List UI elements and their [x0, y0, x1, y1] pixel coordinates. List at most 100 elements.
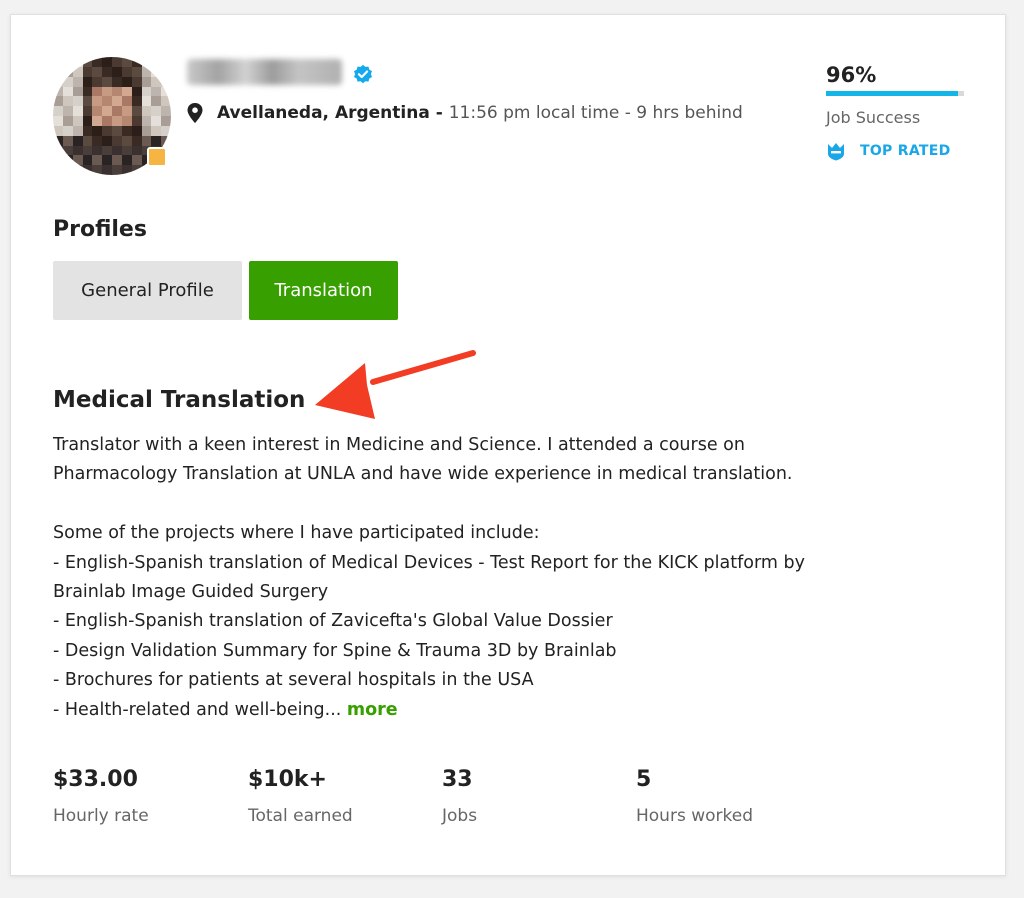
location-city: Avellaneda, Argentina: [217, 103, 430, 123]
avatar-pixel: [161, 86, 171, 97]
location-line: Avellaneda, Argentina - 11:56 pm local t…: [187, 103, 743, 123]
description-line: - English-Spanish translation of Medical…: [53, 552, 805, 573]
avatar-pixel: [131, 155, 142, 166]
avatar-pixel: [131, 57, 142, 68]
avatar-pixel: [121, 57, 133, 68]
local-time: 11:56 pm local time - 9 hrs behind: [448, 103, 743, 123]
avatar-pixel: [102, 145, 113, 156]
avatar-pixel: [72, 57, 83, 68]
job-success-label: Job Success: [826, 108, 921, 127]
avatar-pixel: [151, 57, 162, 68]
avatar-pixel: [141, 116, 152, 127]
avatar-pixel: [82, 96, 93, 107]
avatar-pixel: [131, 145, 142, 156]
avatar-pixel: [102, 116, 113, 127]
avatar-pixel: [121, 135, 133, 146]
description-truncated-text: - Health-related and well-being...: [53, 699, 347, 720]
avatar-pixel: [112, 76, 123, 87]
avatar-pixel: [102, 125, 113, 137]
avatar-pixel: [131, 135, 142, 146]
avatar-pixel: [112, 165, 123, 175]
avatar-pixel: [92, 76, 103, 87]
avatar-pixel: [151, 135, 162, 146]
avatar-pixel: [161, 106, 171, 117]
avatar-pixel: [53, 66, 64, 78]
avatar-pixel: [112, 155, 123, 166]
avatar-pixel: [151, 66, 162, 78]
avatar-pixel: [62, 57, 74, 68]
avatar-pixel: [62, 145, 74, 156]
tab-general-profile[interactable]: General Profile: [53, 261, 242, 320]
avatar-pixel: [92, 145, 103, 156]
freelancer-name-blurred: [187, 59, 342, 85]
avatar-pixel: [161, 116, 171, 127]
avatar-pixel: [141, 76, 152, 87]
avatar-pixel: [102, 135, 113, 146]
avatar-pixel: [53, 57, 64, 68]
stat-label: Hourly rate: [53, 806, 149, 826]
avatar-pixel: [161, 76, 171, 87]
stat-label: Hours worked: [636, 806, 753, 826]
avatar-pixel: [72, 165, 83, 175]
job-success-percent: 96%: [826, 63, 877, 87]
verified-check-icon: [354, 64, 372, 84]
avatar-pixel: [82, 145, 93, 156]
description-line: - Brochures for patients at several hosp…: [53, 670, 534, 691]
avatar-pixel: [82, 86, 93, 97]
description-last-line: - Health-related and well-being... more: [53, 696, 933, 725]
avatar-pixel: [72, 106, 83, 117]
avatar-pixel: [131, 86, 142, 97]
avatar-pixel: [62, 125, 74, 137]
avatar-pixel: [72, 155, 83, 166]
stat-value: 33: [442, 767, 473, 792]
avatar-pixel: [121, 106, 133, 117]
description-line: Some of the projects where I have partic…: [53, 523, 540, 544]
avatar-pixel: [53, 155, 64, 166]
avatar-pixel: [121, 125, 133, 137]
avatar-pixel: [92, 116, 103, 127]
avatar-pixel: [112, 106, 123, 117]
avatar-pixel: [121, 96, 133, 107]
avatar-pixel: [161, 135, 171, 146]
avatar-pixel: [82, 165, 93, 175]
avatar-pixel: [141, 125, 152, 137]
top-rated-badge[interactable]: TOP RATED: [826, 141, 966, 161]
avatar-pixel: [72, 116, 83, 127]
avatar-pixel: [92, 135, 103, 146]
avatar-pixel: [102, 66, 113, 78]
avatar-pixel: [72, 96, 83, 107]
stat-value: $10k+: [248, 767, 327, 792]
avatar-pixel: [82, 125, 93, 137]
avatar-pixel: [141, 86, 152, 97]
avatar-pixel: [121, 145, 133, 156]
status-badge: [147, 147, 167, 167]
avatar-pixel: [112, 135, 123, 146]
red-arrow-icon: [315, 350, 476, 419]
avatar-pixel: [53, 86, 64, 97]
avatar-pixel: [82, 155, 93, 166]
avatar-pixel: [62, 76, 74, 87]
avatar-pixel: [53, 165, 64, 175]
avatar-pixel: [121, 66, 133, 78]
section-title: Medical Translation: [53, 387, 306, 413]
profile-description: Translator with a keen interest in Medic…: [53, 431, 933, 725]
more-link[interactable]: more: [347, 700, 398, 720]
avatar-pixel: [62, 66, 74, 78]
avatar-pixel: [112, 86, 123, 97]
avatar-pixel: [72, 76, 83, 87]
job-success-bar: [826, 91, 964, 96]
avatar-pixel: [82, 116, 93, 127]
avatar-pixel: [151, 125, 162, 137]
avatar-pixel: [62, 116, 74, 127]
avatar-pixel: [82, 135, 93, 146]
avatar-pixel: [62, 86, 74, 97]
avatar-pixel: [62, 96, 74, 107]
stat-total-earned: $10k+ Total earned: [248, 767, 353, 826]
avatar-pixel: [62, 135, 74, 146]
avatar-pixel: [92, 155, 103, 166]
tab-translation[interactable]: Translation: [249, 261, 398, 320]
avatar-pixel: [53, 96, 64, 107]
description-line: Brainlab Image Guided Surgery: [53, 582, 329, 603]
freelancer-profile-card: Avellaneda, Argentina - 11:56 pm local t…: [10, 14, 1006, 876]
profiles-heading: Profiles: [53, 217, 147, 242]
